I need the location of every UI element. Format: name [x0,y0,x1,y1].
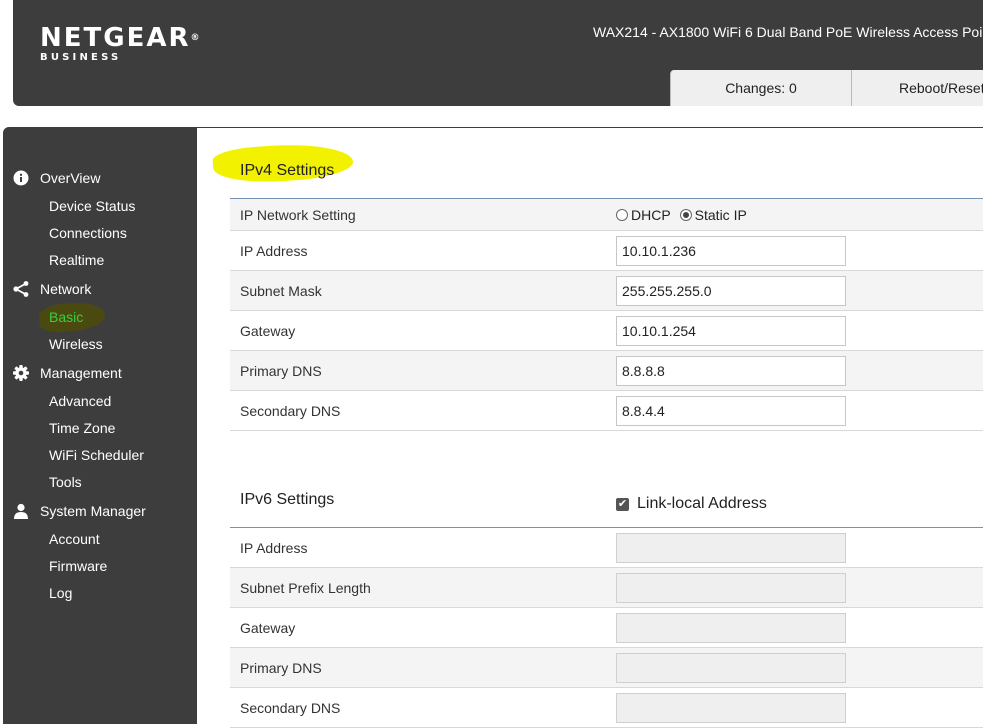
sidebar-item-wifi-scheduler[interactable]: WiFi Scheduler [49,447,144,463]
table-row: Subnet Mask 255.255.255.0 [230,271,983,311]
dhcp-radio-label[interactable]: DHCP [631,207,671,223]
row-label: Gateway [240,619,296,636]
sidebar-group-system-manager[interactable]: System Manager [12,502,146,520]
table-row: Subnet Prefix Length [230,568,983,608]
ipv6-gateway-input [616,612,846,643]
sidebar-item-device-status[interactable]: Device Status [49,198,135,214]
sidebar-group-label: System Manager [40,503,146,519]
sidebar-group-overview[interactable]: OverView [12,169,100,187]
ipv6-ip-address-input [616,532,846,563]
ipv4-subnet-mask-input[interactable]: 255.255.255.0 [616,275,846,306]
sidebar-item-advanced[interactable]: Advanced [49,393,111,409]
share-icon [12,280,30,298]
row-label: Secondary DNS [240,402,341,419]
ipv4-gateway-input[interactable]: 10.10.1.254 [616,315,846,346]
table-row: Secondary DNS 8.8.4.4 [230,391,983,431]
sidebar-item-basic[interactable]: Basic [49,309,83,325]
reboot-reset-button[interactable]: Reboot/Reset [851,70,983,106]
main-content: IPv4 Settings IP Network Setting DHCP St… [197,127,983,728]
ipv6-primary-dns-input [616,652,846,683]
row-label: Gateway [240,322,296,339]
ipv4-secondary-dns-input[interactable]: 8.8.4.4 [616,395,846,426]
static-ip-radio-label[interactable]: Static IP [695,207,747,223]
table-row: Primary DNS [230,648,983,688]
row-label: Primary DNS [240,362,322,379]
ipv6-prefix-length-input [616,572,846,603]
row-label: Secondary DNS [240,699,341,716]
netgear-logo: NETGEAR® BUSINESS [40,24,200,63]
row-label: Primary DNS [240,659,322,676]
sidebar-item-tools[interactable]: Tools [49,474,82,490]
user-icon [12,502,30,520]
row-label: IP Address [240,242,308,259]
logo-registered-mark: ® [190,33,200,43]
table-row: Gateway [230,608,983,648]
table-row: IP Address [230,528,983,568]
ipv4-ip-address-input[interactable]: 10.10.1.236 [616,235,846,266]
sidebar-item-connections[interactable]: Connections [49,225,127,241]
sidebar-group-label: Management [40,365,122,381]
sidebar-item-time-zone[interactable]: Time Zone [49,420,115,436]
logo-subtitle: BUSINESS [40,52,122,63]
ipv4-primary-dns-input[interactable]: 8.8.8.8 [616,355,846,386]
table-row: Secondary DNS [230,688,983,728]
table-row: IP Address 10.10.1.236 [230,231,983,271]
ip-mode-radio-group: DHCP Static IP [616,207,747,223]
sidebar-item-log[interactable]: Log [49,585,72,601]
link-local-label[interactable]: Link-local Address [637,495,767,513]
ipv6-secondary-dns-input [616,692,846,723]
sidebar-group-label: Network [40,281,92,297]
ipv4-settings-table: IP Network Setting DHCP Static IP IP Add… [230,198,983,431]
table-row: Gateway 10.10.1.254 [230,311,983,351]
sidebar: OverView Device Status Connections Realt… [3,127,197,724]
info-icon [12,169,30,187]
ipv6-section-title: IPv6 Settings [240,491,335,508]
ipv6-settings-table: IP Address Subnet Prefix Length Gateway … [230,527,983,728]
table-row: IP Network Setting DHCP Static IP [230,199,983,231]
sidebar-group-network[interactable]: Network [12,280,91,298]
top-header: NETGEAR® BUSINESS WAX214 - AX1800 WiFi 6… [13,0,983,106]
row-label: Subnet Mask [240,282,322,299]
link-local-checkbox[interactable]: ✔ [616,497,629,511]
static-ip-radio[interactable] [679,208,692,221]
dhcp-radio[interactable] [616,208,628,221]
link-local-checkbox-group[interactable]: ✔ Link-local Address [616,495,767,513]
gear-icon [12,364,30,382]
row-label: Subnet Prefix Length [240,579,371,596]
sidebar-group-label: OverView [40,170,101,186]
row-label: IP Network Setting [240,206,356,223]
changes-button[interactable]: Changes: 0 [670,70,851,106]
ipv4-section-title: IPv4 Settings [240,162,335,179]
device-title: WAX214 - AX1800 WiFi 6 Dual Band PoE Wir… [593,24,983,40]
sidebar-item-wireless[interactable]: Wireless [49,336,103,352]
table-row: Primary DNS 8.8.8.8 [230,351,983,391]
sidebar-item-realtime[interactable]: Realtime [49,252,104,268]
sidebar-item-account[interactable]: Account [49,531,100,547]
sidebar-group-management[interactable]: Management [12,364,122,382]
logo-text: NETGEAR [40,23,191,53]
sidebar-item-firmware[interactable]: Firmware [49,558,107,574]
row-label: IP Address [240,539,308,556]
